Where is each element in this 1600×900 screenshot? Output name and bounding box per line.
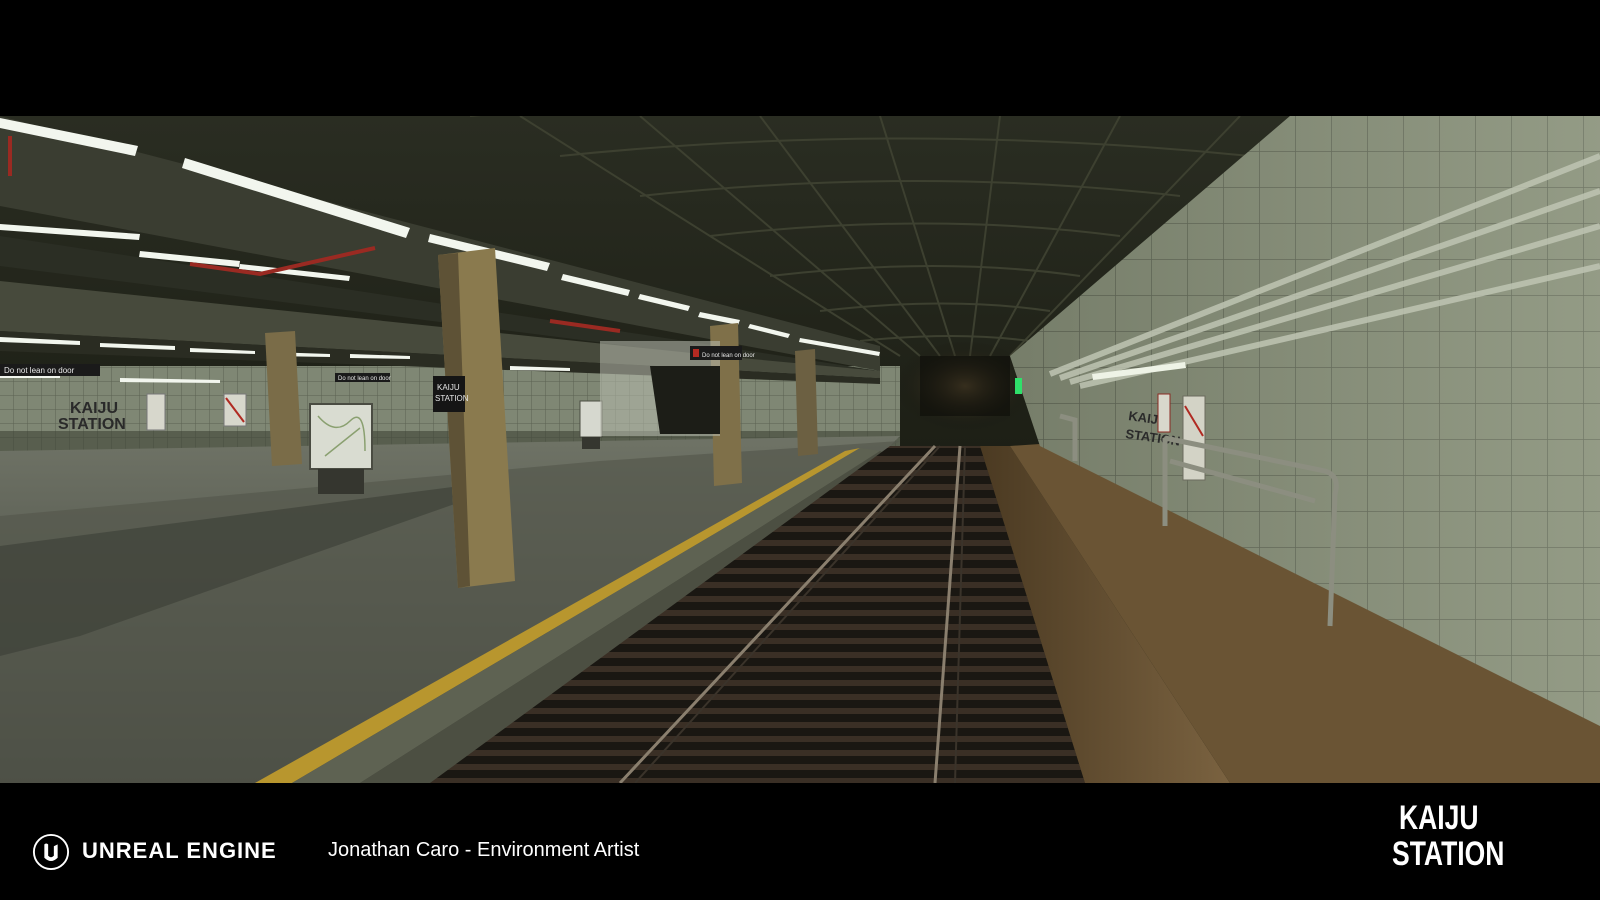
brand-name: UNREAL ENGINE [82, 838, 277, 863]
platform-small-board [579, 400, 603, 449]
column-station-sign: KAIJU STATION [433, 376, 469, 412]
letterbox-top [0, 0, 1600, 116]
subway-station-scene: KAIJU STATION KAIJU STATION Do not lean … [0, 116, 1600, 783]
project-title-line2: STATION [1392, 835, 1505, 873]
svg-text:Do not lean on door: Do not lean on door [4, 366, 75, 375]
svg-text:KAIJU: KAIJU [437, 383, 460, 392]
svg-text:Do not lean on door: Do not lean on door [338, 376, 391, 382]
svg-text:STATION: STATION [435, 394, 469, 403]
green-signal-light [1015, 378, 1022, 394]
back-wall-warning-poster [146, 393, 166, 431]
svg-text:STATION: STATION [58, 416, 126, 433]
unreal-engine-logo-icon [32, 833, 70, 871]
svg-text:KAIJU: KAIJU [70, 400, 118, 417]
platform-map-board [309, 403, 373, 494]
scene-illustration: KAIJU STATION KAIJU STATION Do not lean … [0, 116, 1600, 783]
project-title-line1: KAIJU [1399, 799, 1479, 837]
project-title: KAIJU STATION [1392, 799, 1505, 873]
stairwell-opening [650, 366, 720, 434]
artist-credit: Jonathan Caro - Environment Artist [328, 839, 640, 861]
right-wall-warning-poster [1157, 393, 1171, 433]
svg-text:Do not lean on door: Do not lean on door [702, 353, 755, 359]
